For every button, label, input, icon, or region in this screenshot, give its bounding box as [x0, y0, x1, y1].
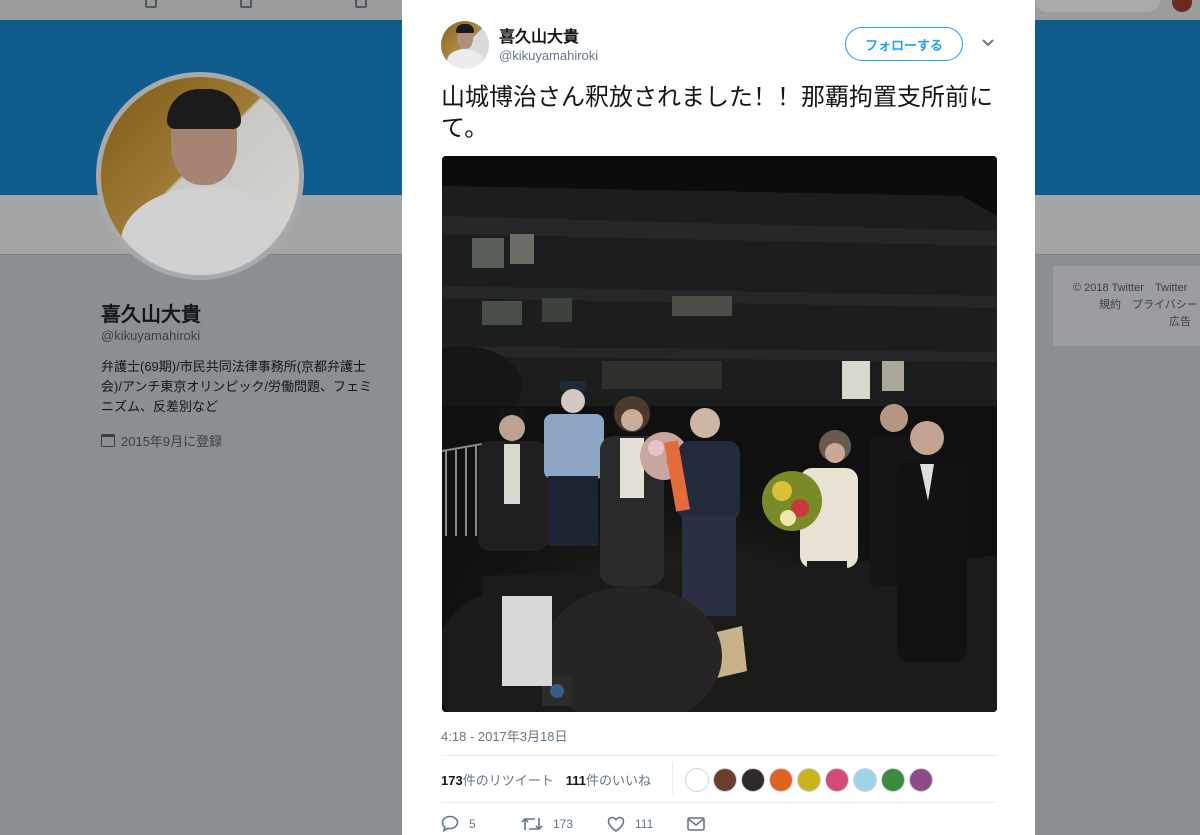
speech-bubble-icon	[441, 815, 459, 832]
search-input[interactable]	[1035, 0, 1160, 12]
chevron-down-icon	[982, 39, 994, 47]
reply-count: 5	[469, 816, 476, 831]
profile-photo	[101, 77, 299, 275]
tweet-timestamp[interactable]: 4:18 - 2017年3月18日	[441, 726, 567, 745]
retweet-action-count: 173	[553, 816, 574, 831]
footer-line-terms[interactable]: 規約 プライバシー	[1073, 297, 1200, 314]
calendar-icon	[101, 434, 115, 447]
liker-avatar[interactable]	[881, 768, 905, 792]
nav-notifications[interactable]	[355, 0, 367, 8]
envelope-icon	[687, 816, 705, 831]
like-stat[interactable]: 111件のいいね	[566, 770, 651, 789]
footer-line-ads[interactable]: 広告	[1073, 314, 1200, 331]
liker-avatar[interactable]	[769, 768, 793, 792]
tweet-text: 山城博治さん釈放されました！！那覇拘置支所前にて。	[441, 83, 993, 142]
night-crowd-photo	[442, 156, 997, 712]
nav-home[interactable]	[145, 0, 157, 8]
side-footer: © 2018 Twitter Twitter 規約 プライバシー 広告	[1052, 265, 1200, 347]
footer-line-copyright[interactable]: © 2018 Twitter Twitter	[1073, 280, 1200, 297]
like-count: 111	[565, 773, 586, 788]
profile-joined-date: 2015年9月に登録	[101, 431, 222, 450]
liker-avatar[interactable]	[853, 768, 877, 792]
retweet-stat[interactable]: 173件のリツイート	[441, 770, 554, 789]
profile-bio: 弁護士(69期)/市民共同法律事務所(京都弁護士会)/アンチ東京オリンピック/労…	[101, 359, 373, 414]
account-avatar[interactable]	[1172, 0, 1192, 12]
tweet-actions: 5 173 111	[441, 815, 705, 832]
tweet-modal: 喜久山大貴 @kikuyamahiroki フォローする 山城博治さん釈放されま…	[402, 0, 1035, 835]
liker-avatar[interactable]	[741, 768, 765, 792]
liker-avatar[interactable]	[825, 768, 849, 792]
liker-avatar[interactable]	[685, 768, 709, 792]
follow-button[interactable]: フォローする	[845, 27, 963, 61]
like-button[interactable]: 111	[607, 816, 687, 832]
more-options-button[interactable]	[979, 34, 997, 52]
nav-moments[interactable]	[240, 0, 252, 8]
reply-button[interactable]: 5	[441, 815, 521, 832]
retweet-count: 173	[441, 773, 463, 788]
profile-avatar[interactable]	[96, 72, 304, 280]
heart-icon	[607, 816, 625, 832]
home-icon	[145, 0, 157, 8]
retweet-button[interactable]: 173	[521, 816, 607, 832]
like-action-count: 111	[635, 816, 654, 831]
stats-divider	[672, 762, 673, 794]
tweet-author-avatar[interactable]	[441, 21, 489, 69]
moments-icon	[240, 0, 252, 8]
tweet-stats: 173件のリツイート 111件のいいね	[441, 770, 651, 789]
retweet-arrows-icon	[521, 817, 543, 830]
tweet-author-name[interactable]: 喜久山大貴	[499, 23, 579, 47]
bell-icon	[355, 0, 367, 8]
direct-message-button[interactable]	[687, 816, 705, 831]
profile-handle[interactable]: @kikuyamahiroki	[101, 328, 200, 343]
retweet-stat-label: 件のリツイート	[462, 773, 554, 788]
divider	[441, 802, 997, 803]
like-stat-label: 件のいいね	[585, 773, 651, 788]
joined-text: 2015年9月に登録	[121, 434, 223, 449]
likers-avatars	[685, 768, 933, 792]
profile-name[interactable]: 喜久山大貴	[101, 298, 201, 327]
divider	[441, 755, 997, 756]
tweet-author-handle[interactable]: @kikuyamahiroki	[499, 48, 598, 63]
liker-avatar[interactable]	[713, 768, 737, 792]
liker-avatar[interactable]	[797, 768, 821, 792]
tweet-photo[interactable]	[442, 156, 997, 712]
liker-avatar[interactable]	[909, 768, 933, 792]
